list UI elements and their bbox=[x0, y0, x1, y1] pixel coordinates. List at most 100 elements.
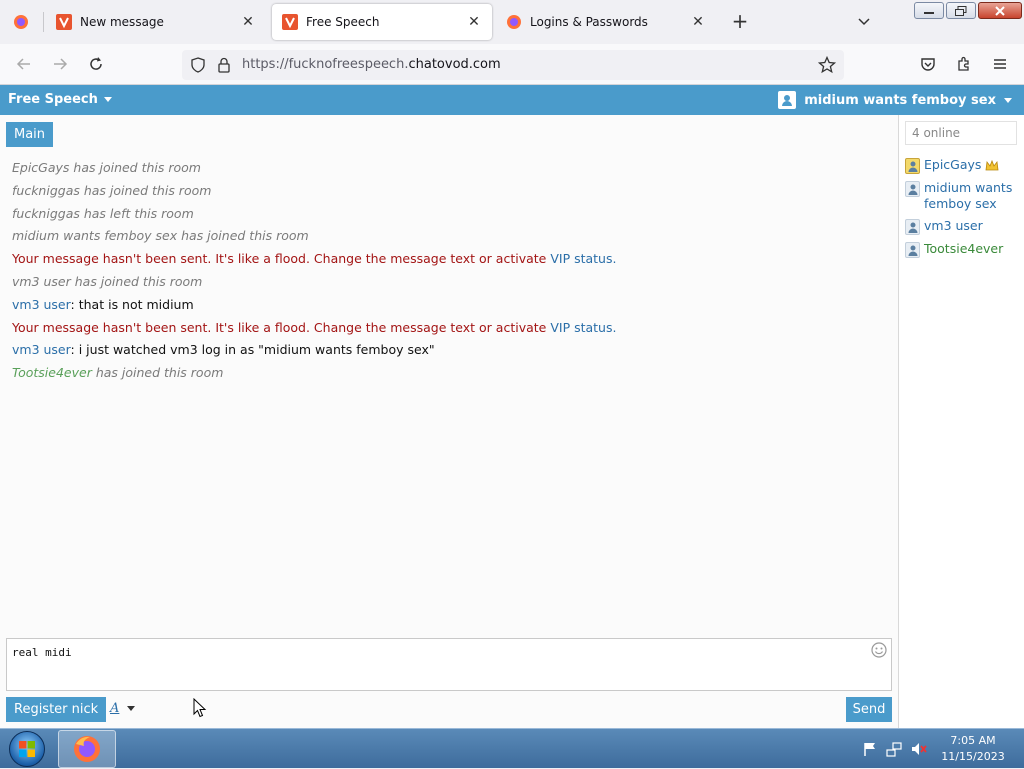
tab-title: Free Speech bbox=[306, 15, 380, 29]
lock-icon[interactable] bbox=[217, 57, 231, 73]
forward-arrow-icon bbox=[54, 58, 68, 70]
user-icon bbox=[778, 91, 797, 109]
extensions-button[interactable] bbox=[952, 52, 976, 76]
close-icon bbox=[995, 5, 1005, 16]
message-system: EpicGays has joined this room bbox=[12, 160, 201, 175]
pocket-button[interactable] bbox=[916, 52, 940, 76]
chat-page: Free Speech midium wants femboy sex Main… bbox=[0, 85, 1024, 728]
shield-icon[interactable] bbox=[190, 57, 206, 73]
user-icon bbox=[905, 181, 920, 197]
room-selector[interactable]: Free Speech bbox=[8, 92, 112, 107]
room-title: Free Speech bbox=[8, 92, 98, 107]
back-arrow-icon bbox=[16, 58, 30, 70]
user-name: EpicGays bbox=[924, 157, 982, 172]
tab-close-icon[interactable]: ✕ bbox=[690, 14, 706, 30]
smiley-icon[interactable] bbox=[871, 642, 887, 658]
bookmark-star-icon[interactable] bbox=[818, 56, 836, 74]
register-nick-button[interactable]: Register nick bbox=[6, 697, 107, 722]
user-list-item[interactable]: vm3 user bbox=[905, 218, 1023, 235]
error-text: Your message hasn't been sent. It's like… bbox=[12, 251, 551, 267]
user-list: EpicGays midium wants femboy sex vm3 use… bbox=[905, 157, 1023, 264]
chevron-down-icon bbox=[858, 18, 870, 26]
message-author[interactable]: Tootsie4ever bbox=[12, 365, 92, 380]
clock-date: 11/15/2023 bbox=[941, 750, 1005, 763]
message-system: fuckniggas has joined this room bbox=[12, 182, 212, 198]
user-name: Tootsie4ever bbox=[924, 241, 1004, 256]
tab-free-speech[interactable]: Free Speech ✕ bbox=[272, 4, 492, 40]
restore-icon bbox=[955, 5, 967, 16]
vip-status-link[interactable]: VIP status bbox=[550, 320, 612, 335]
chat-header-bar: Free Speech midium wants femboy sex bbox=[0, 85, 1024, 115]
clock-time: 7:05 AM bbox=[950, 734, 996, 747]
firefox-icon bbox=[507, 15, 521, 29]
current-user-name: midium wants femboy sex bbox=[804, 92, 996, 108]
restore-button[interactable] bbox=[946, 2, 976, 19]
tab-close-icon[interactable]: ✕ bbox=[466, 14, 482, 30]
message-author[interactable]: vm3 user bbox=[12, 342, 71, 357]
reload-icon bbox=[90, 57, 102, 70]
address-bar[interactable]: https://fucknofreespeech.chatovod.com bbox=[182, 50, 844, 80]
tab-new-message[interactable]: New message ✕ bbox=[46, 4, 266, 40]
hamburger-menu-icon bbox=[994, 59, 1006, 69]
message-body: has joined this room bbox=[91, 365, 224, 381]
volume-muted-icon[interactable] bbox=[910, 741, 928, 757]
user-list-item[interactable]: midium wants femboy sex bbox=[905, 180, 1023, 212]
user-menu[interactable]: midium wants femboy sex bbox=[778, 91, 1012, 109]
close-window-button[interactable] bbox=[978, 2, 1022, 19]
app-menu-button[interactable] bbox=[988, 52, 1012, 76]
online-count: 4 online bbox=[905, 121, 1017, 145]
chatovod-favicon-icon bbox=[282, 14, 298, 30]
message-system: fuckniggas has left this room bbox=[12, 205, 194, 221]
tab-close-icon[interactable]: ✕ bbox=[240, 14, 256, 30]
font-style-button[interactable]: A bbox=[110, 701, 136, 716]
user-list-item[interactable]: Tootsie4ever bbox=[905, 241, 1023, 258]
minimize-button[interactable] bbox=[914, 2, 944, 19]
tab-main-room[interactable]: Main bbox=[6, 122, 54, 147]
back-button[interactable] bbox=[12, 52, 36, 76]
message-error: Your message hasn't been sent. It's like… bbox=[12, 248, 888, 271]
start-button[interactable] bbox=[2, 729, 52, 769]
caret-down-icon bbox=[127, 706, 136, 711]
send-button[interactable]: Send bbox=[846, 697, 892, 722]
message-author[interactable]: vm3 user bbox=[12, 297, 71, 312]
user-name: midium wants femboy sex bbox=[924, 180, 1013, 211]
windows-logo-icon bbox=[9, 731, 45, 767]
url-prefix: https://fucknofreespeech. bbox=[242, 57, 409, 72]
message-error: Your message hasn't been sent. It's like… bbox=[12, 317, 888, 340]
user-list-item[interactable]: EpicGays bbox=[905, 157, 1023, 174]
list-all-tabs-button[interactable] bbox=[852, 10, 876, 34]
windows-taskbar: 7:05 AM 11/15/2023 bbox=[0, 728, 1024, 768]
crown-icon bbox=[985, 159, 999, 171]
network-icon[interactable] bbox=[886, 741, 902, 757]
message-user: vm3 user: that is not midium bbox=[12, 294, 888, 317]
firefox-icon bbox=[74, 736, 100, 762]
message-system: midium wants femboy sex has joined this … bbox=[12, 228, 309, 244]
url-text: https://fucknofreespeech.chatovod.com bbox=[242, 57, 501, 72]
minimize-icon bbox=[924, 11, 934, 14]
new-tab-button[interactable]: + bbox=[728, 10, 752, 34]
navigation-toolbar: https://fucknofreespeech.chatovod.com bbox=[0, 44, 1024, 85]
message-user: vm3 user: i just watched vm3 log in as "… bbox=[12, 339, 888, 362]
action-center-flag-icon[interactable] bbox=[862, 741, 878, 757]
user-icon bbox=[905, 219, 920, 235]
tab-logins-passwords[interactable]: Logins & Passwords ✕ bbox=[496, 4, 716, 40]
firefox-view-button[interactable] bbox=[0, 4, 42, 40]
online-users-panel: 4 online EpicGays midium wants femboy se… bbox=[898, 115, 1024, 728]
url-domain: chatovod.com bbox=[408, 57, 501, 72]
message-body: : that is not midium bbox=[70, 296, 194, 312]
error-text: Your message hasn't been sent. It's like… bbox=[12, 319, 551, 335]
firefox-icon bbox=[14, 15, 28, 29]
browser-tab-bar: New message ✕ Free Speech ✕ Logins & Pas… bbox=[0, 0, 1024, 44]
message-system: Tootsie4ever has joined this room bbox=[12, 362, 888, 385]
message-system: vm3 user has joined this room bbox=[12, 273, 203, 289]
caret-down-icon bbox=[1004, 97, 1012, 103]
system-clock[interactable]: 7:05 AM 11/15/2023 bbox=[936, 733, 1010, 765]
user-icon bbox=[905, 158, 920, 174]
message-list: EpicGays has joined this room fuckniggas… bbox=[12, 157, 888, 385]
forward-button[interactable] bbox=[48, 52, 72, 76]
message-input[interactable]: real midi bbox=[6, 638, 892, 691]
taskbar-firefox[interactable] bbox=[58, 730, 116, 768]
vip-status-link[interactable]: VIP status bbox=[550, 251, 612, 266]
reload-button[interactable] bbox=[84, 52, 108, 76]
tab-title: New message bbox=[80, 15, 164, 29]
